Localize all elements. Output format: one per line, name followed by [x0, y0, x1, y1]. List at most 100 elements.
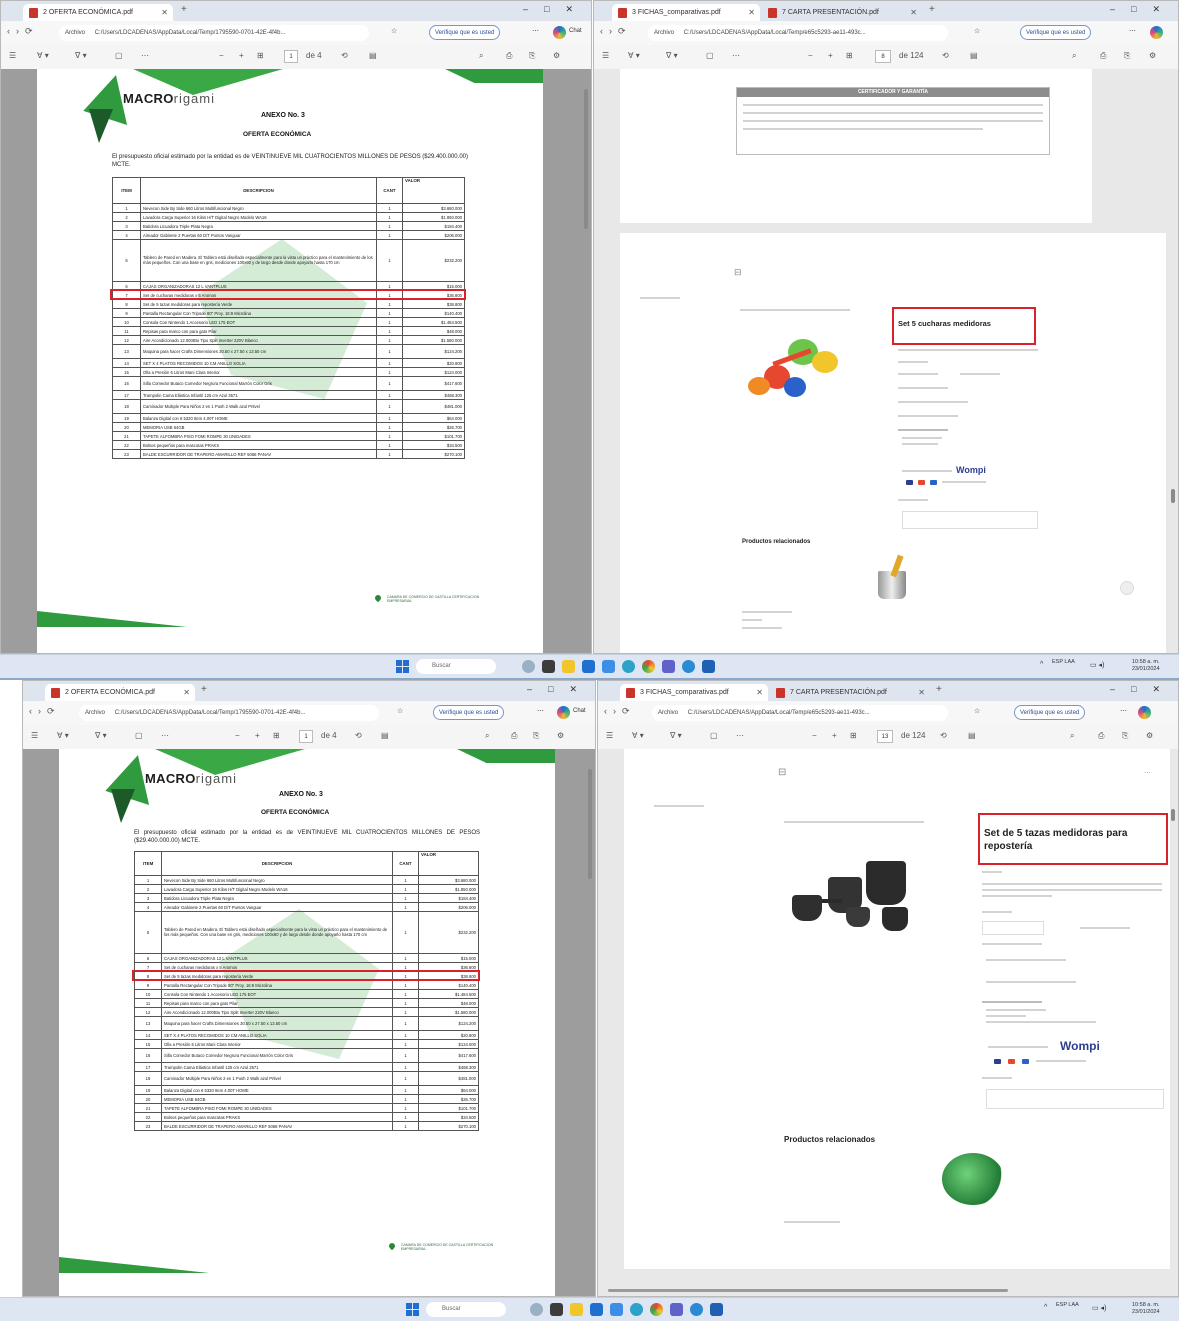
tab-oferta-economica[interactable]: 2 OFERTA ECONÓMICA.pdf ✕: [23, 4, 173, 21]
close-tab-icon[interactable]: ✕: [748, 4, 755, 21]
search-icon[interactable]: ⌕: [1072, 51, 1076, 61]
settings-icon[interactable]: ⚙: [1146, 731, 1153, 740]
tray-chevron-icon[interactable]: ^: [1040, 661, 1043, 668]
erase-icon[interactable]: ▢: [710, 731, 718, 740]
mail-icon[interactable]: [602, 660, 615, 673]
close-tab-icon[interactable]: ✕: [918, 684, 925, 701]
contents-icon[interactable]: ☰: [602, 51, 609, 60]
search-icon[interactable]: ⌕: [479, 51, 483, 61]
fit-page-icon[interactable]: ⊞: [257, 51, 264, 60]
outlook-icon[interactable]: [702, 660, 715, 673]
menu-icon[interactable]: ⋯: [1129, 27, 1136, 35]
window-controls[interactable]: –□✕: [523, 4, 589, 15]
view-icon[interactable]: ▤: [369, 51, 377, 60]
copilot-icon[interactable]: [1150, 26, 1163, 39]
pdf-viewport[interactable]: ⊟ ⋯ Set de 5 tazas medidoras para repost…: [598, 749, 1178, 1296]
tray-language[interactable]: ESP LAA: [1052, 659, 1075, 666]
zoom-out-icon[interactable]: −: [219, 51, 224, 60]
tab-fichas[interactable]: 3 FICHAS_comparativas.pdf ✕: [620, 684, 768, 701]
taskview-icon[interactable]: [542, 660, 555, 673]
close-tab-icon[interactable]: ✕: [183, 684, 190, 701]
network-icon[interactable]: ▭ ◂): [1092, 1304, 1106, 1312]
highlight-icon[interactable]: ∇ ▾: [75, 51, 87, 60]
print-icon[interactable]: ⎙: [1098, 731, 1104, 741]
menu-icon[interactable]: ⋯: [1120, 707, 1127, 715]
taskbar-search[interactable]: Buscar: [426, 1302, 506, 1317]
page-number-input[interactable]: 1: [284, 50, 298, 63]
more-tools-icon[interactable]: ⋯: [732, 51, 740, 60]
highlight-icon[interactable]: ∇ ▾: [670, 731, 682, 740]
settings-icon[interactable]: ⚙: [557, 731, 564, 740]
tray-chevron-icon[interactable]: ^: [1044, 1304, 1047, 1311]
teams-icon[interactable]: [662, 660, 675, 673]
browser-icon[interactable]: [690, 1303, 703, 1316]
pdf-viewport[interactable]: CERTIFICADOR Y GARANTÍA ⊟ Set 5 cucharas…: [594, 69, 1178, 653]
edge-icon[interactable]: [630, 1303, 643, 1316]
more-tools-icon[interactable]: ⋯: [141, 51, 149, 60]
quantity-stepper[interactable]: [982, 921, 1044, 935]
close-tab-icon[interactable]: ✕: [161, 4, 168, 21]
copilot-icon[interactable]: [553, 26, 566, 39]
nav-buttons[interactable]: ‹›⟳: [29, 706, 61, 717]
fit-page-icon[interactable]: ⊞: [273, 731, 280, 740]
zoom-out-icon[interactable]: −: [808, 51, 813, 60]
chrome-icon[interactable]: [650, 1303, 663, 1316]
save-icon[interactable]: ⎘: [1122, 731, 1128, 741]
tab-carta-presentacion[interactable]: 7 CARTA PRESENTACIÓN.pdf ✕: [762, 4, 922, 21]
windows-start-icon[interactable]: [396, 660, 409, 673]
save-icon[interactable]: ⎘: [533, 731, 539, 741]
print-icon[interactable]: ⎙: [506, 51, 512, 61]
zoom-in-icon[interactable]: +: [832, 731, 837, 740]
url-field[interactable]: Archivo C:/Users/LDCADENAS/AppData/Local…: [652, 705, 948, 721]
save-icon[interactable]: ⎘: [529, 51, 535, 61]
zoom-in-icon[interactable]: +: [255, 731, 260, 740]
window-controls[interactable]: –□✕: [1110, 4, 1176, 15]
new-tab-icon[interactable]: +: [181, 4, 187, 15]
tab-carta-presentacion[interactable]: 7 CARTA PRESENTACIÓN.pdf ✕: [770, 684, 930, 701]
star-icon[interactable]: ☆: [391, 27, 397, 35]
zoom-out-icon[interactable]: −: [812, 731, 817, 740]
verify-button[interactable]: Verifique que es usted: [1020, 25, 1092, 40]
fit-page-icon[interactable]: ⊞: [846, 51, 853, 60]
contents-icon[interactable]: ☰: [606, 731, 613, 740]
save-icon[interactable]: ⎘: [1124, 51, 1130, 61]
star-icon[interactable]: ☆: [397, 707, 403, 715]
network-icon[interactable]: ▭ ◂): [1090, 661, 1104, 669]
highlight-icon[interactable]: ∇ ▾: [666, 51, 678, 60]
search-icon[interactable]: ⌕: [485, 731, 489, 741]
url-field[interactable]: Archivo C:/Users/LDCADENAS/AppData/Local…: [59, 25, 369, 41]
file-explorer-icon[interactable]: [570, 1303, 583, 1316]
star-icon[interactable]: ☆: [974, 27, 980, 35]
fit-page-icon[interactable]: ⊞: [850, 731, 857, 740]
window-controls[interactable]: –□✕: [527, 684, 593, 695]
window-controls[interactable]: –□✕: [1110, 684, 1176, 695]
store-icon[interactable]: [590, 1303, 603, 1316]
mail-icon[interactable]: [610, 1303, 623, 1316]
draw-icon[interactable]: ∀ ▾: [632, 731, 644, 740]
url-field[interactable]: Archivo C:/Users/LDCADENAS/AppData/Local…: [79, 705, 379, 721]
menu-icon[interactable]: ⋯: [537, 707, 544, 715]
vertical-scrollbar[interactable]: [1171, 489, 1175, 503]
more-tools-icon[interactable]: ⋯: [736, 731, 744, 740]
horizontal-scrollbar[interactable]: [608, 1289, 1008, 1292]
taskview-icon[interactable]: [550, 1303, 563, 1316]
vertical-scrollbar[interactable]: [584, 89, 588, 229]
nav-buttons[interactable]: ‹›⟳: [7, 26, 39, 37]
contents-icon[interactable]: ☰: [31, 731, 38, 740]
star-icon[interactable]: ☆: [974, 707, 980, 715]
verify-button[interactable]: Verifique que es usted: [433, 705, 505, 720]
rotate-icon[interactable]: ⟲: [942, 51, 949, 60]
browser-icon[interactable]: [682, 660, 695, 673]
zoom-in-icon[interactable]: +: [828, 51, 833, 60]
new-tab-icon[interactable]: +: [929, 4, 935, 15]
vertical-scrollbar[interactable]: [588, 769, 592, 879]
taskbar-clock[interactable]: 10:58 a. m. 23/01/2024: [1132, 659, 1160, 673]
taskbar-clock[interactable]: 10:58 a. m. 23/01/2024: [1132, 1302, 1160, 1316]
page-number-input[interactable]: 1: [299, 730, 313, 743]
menu-icon[interactable]: ⋯: [532, 27, 539, 35]
more-tools-icon[interactable]: ⋯: [161, 731, 169, 740]
new-tab-icon[interactable]: +: [201, 684, 207, 695]
erase-icon[interactable]: ▢: [115, 51, 123, 60]
contents-icon[interactable]: ☰: [9, 51, 16, 60]
close-tab-icon[interactable]: ✕: [756, 684, 763, 701]
